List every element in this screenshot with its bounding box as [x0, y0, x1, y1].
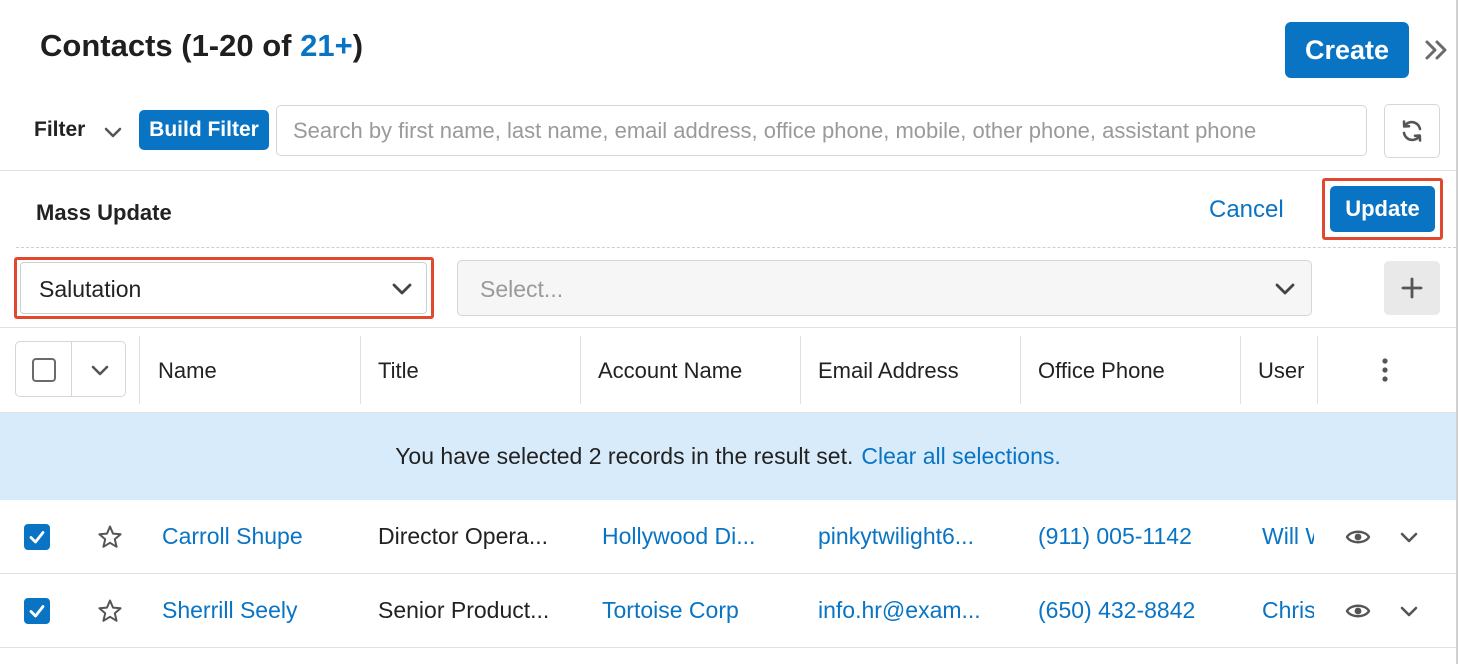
row-title: Director Opera... [378, 523, 548, 549]
kebab-icon[interactable] [1375, 356, 1395, 386]
row-name-link[interactable]: Sherrill Seely [162, 597, 352, 624]
select-all-checkbox[interactable] [32, 358, 56, 382]
page-header: Contacts (1-20 of 21+) Create [0, 0, 1460, 96]
table-row: Carroll Shupe Director Opera... Hollywoo… [0, 500, 1456, 574]
filter-dropdown-label[interactable]: Filter [34, 118, 85, 142]
record-count-link[interactable]: 21+ [300, 28, 353, 63]
select-all-separator [71, 342, 72, 396]
star-icon[interactable] [97, 524, 123, 550]
checkmark-icon [29, 531, 45, 544]
plus-icon [1401, 277, 1423, 299]
page-title: Contacts (1-20 of 21+) [40, 28, 363, 64]
chevron-right-double-icon[interactable] [1422, 36, 1450, 64]
cancel-button[interactable]: Cancel [1209, 196, 1284, 224]
table-header: Name Title Account Name Email Address Of… [0, 328, 1456, 412]
chevron-down-icon[interactable] [88, 358, 112, 382]
refresh-button[interactable] [1384, 104, 1440, 158]
create-button[interactable]: Create [1285, 22, 1409, 78]
row-phone-link[interactable]: (911) 005-1142 [1038, 523, 1233, 550]
column-header-account-name[interactable]: Account Name [598, 358, 742, 384]
table-row: Sherrill Seely Senior Product... Tortois… [0, 574, 1456, 648]
row-email-link[interactable]: info.hr@exam... [818, 597, 1013, 624]
column-header-title[interactable]: Title [378, 358, 419, 384]
row-checkbox[interactable] [24, 598, 50, 624]
mass-update-title: Mass Update [36, 200, 172, 225]
search-input[interactable] [276, 105, 1367, 156]
column-separator [800, 336, 801, 404]
title-prefix: Contacts (1-20 of [40, 28, 301, 63]
row-phone-link[interactable]: (650) 432-8842 [1038, 597, 1233, 624]
value-select[interactable]: Select... [457, 260, 1312, 316]
column-separator [1317, 336, 1318, 404]
field-select[interactable]: Salutation [20, 262, 427, 314]
eye-icon[interactable] [1345, 599, 1371, 623]
chevron-down-icon [392, 283, 412, 295]
build-filter-button[interactable]: Build Filter [139, 110, 269, 150]
chevron-down-icon [1275, 283, 1295, 295]
dashed-divider [16, 247, 1456, 248]
field-select-value: Salutation [39, 276, 142, 302]
row-email-link[interactable]: pinkytwilight6... [818, 523, 1013, 550]
column-separator [1240, 336, 1241, 404]
row-title: Senior Product... [378, 597, 550, 623]
refresh-icon [1402, 120, 1422, 142]
add-field-button[interactable] [1384, 261, 1440, 315]
star-icon[interactable] [97, 598, 123, 624]
column-separator [1020, 336, 1021, 404]
divider [0, 170, 1456, 171]
column-header-email-address[interactable]: Email Address [818, 358, 959, 384]
row-user-link[interactable]: Chris Olliver [1262, 597, 1314, 624]
title-suffix: ) [352, 28, 364, 63]
row-checkbox[interactable] [24, 524, 50, 550]
row-account-link[interactable]: Tortoise Corp [602, 597, 792, 624]
panel-edge [1456, 0, 1458, 664]
chevron-down-icon[interactable] [1397, 525, 1421, 549]
column-header-office-phone[interactable]: Office Phone [1038, 358, 1165, 384]
row-user-link[interactable]: Will Westin [1262, 523, 1314, 550]
checkmark-icon [29, 605, 45, 618]
column-separator [580, 336, 581, 404]
eye-icon[interactable] [1345, 525, 1371, 549]
column-header-name[interactable]: Name [158, 358, 217, 384]
value-select-placeholder: Select... [480, 276, 564, 302]
selection-banner: You have selected 2 records in the resul… [0, 413, 1456, 500]
row-account-link[interactable]: Hollywood Di... [602, 523, 792, 550]
clear-selections-link[interactable]: Clear all selections. [861, 443, 1060, 470]
column-separator [360, 336, 361, 404]
update-button[interactable]: Update [1330, 186, 1435, 232]
chevron-down-icon[interactable] [102, 121, 124, 143]
column-header-user[interactable]: User [1258, 358, 1304, 384]
row-name-link[interactable]: Carroll Shupe [162, 523, 352, 550]
column-separator [139, 336, 140, 404]
chevron-down-icon[interactable] [1397, 599, 1421, 623]
selection-banner-text: You have selected 2 records in the resul… [395, 443, 854, 469]
select-all-control[interactable] [15, 341, 126, 397]
